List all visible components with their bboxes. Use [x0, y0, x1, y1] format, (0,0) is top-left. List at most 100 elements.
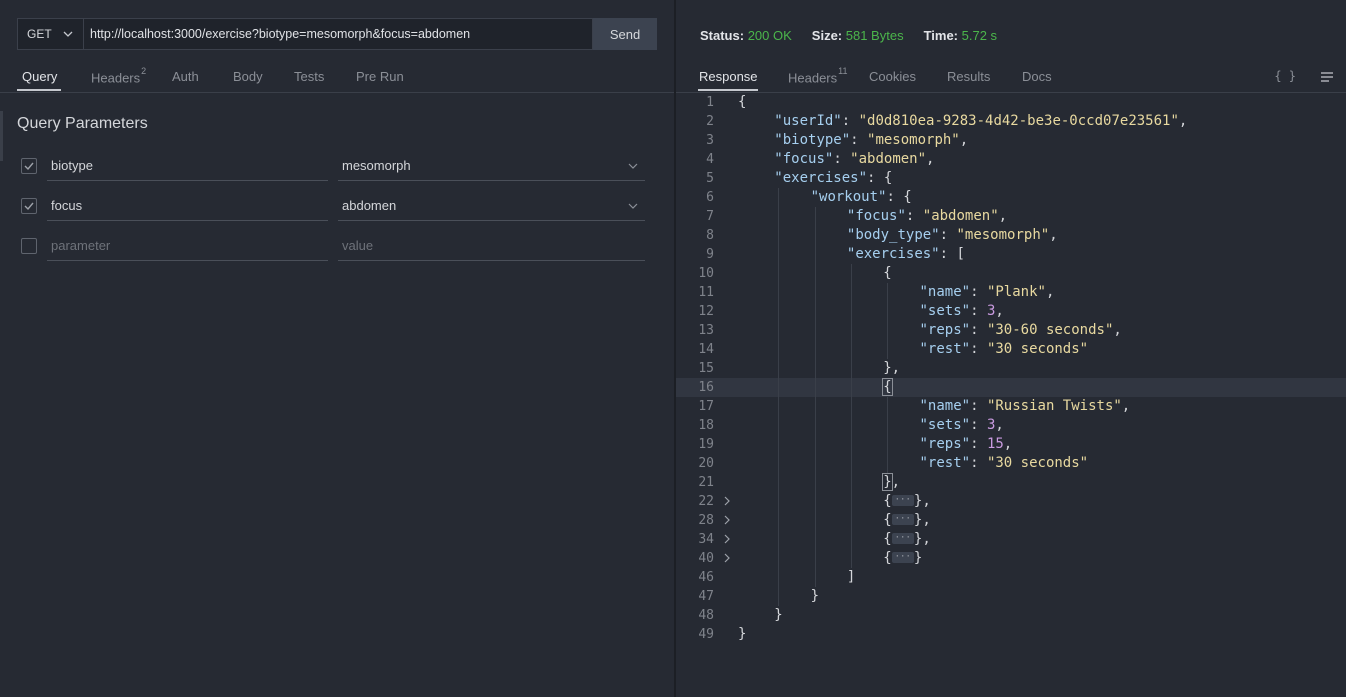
indent-guide	[778, 473, 780, 492]
token: "reps"	[919, 436, 971, 452]
param-row: biotype mesomorph	[20, 151, 645, 181]
tab-auth[interactable]: Auth	[172, 69, 199, 84]
param-name-input[interactable]: parameter	[47, 231, 328, 261]
token: ,	[926, 151, 935, 167]
param-value-input[interactable]: value	[338, 231, 645, 261]
indent-guide	[778, 530, 780, 549]
collapsed-ellipsis[interactable]: ···	[891, 532, 914, 544]
token: : {	[886, 189, 912, 205]
code-text: "rest": "30 seconds"	[920, 340, 1089, 359]
wrap-lines-icon[interactable]	[1320, 71, 1334, 83]
tab-response-headers[interactable]: Headers11	[788, 66, 847, 86]
indent-guide	[778, 492, 780, 511]
code-line: 34 {···},	[676, 530, 1346, 549]
param-name-input[interactable]: biotype	[47, 151, 328, 181]
collapsed-ellipsis[interactable]: ···	[891, 494, 914, 506]
token: "abdomen"	[922, 208, 999, 224]
line-number: 8	[706, 228, 714, 243]
chevron-down-icon	[63, 31, 73, 37]
line-number: 11	[698, 285, 714, 300]
tab-docs[interactable]: Docs	[1022, 69, 1052, 84]
line-number: 18	[698, 418, 714, 433]
line-number: 48	[698, 608, 714, 623]
code-text: {	[883, 264, 891, 283]
tab-results[interactable]: Results	[947, 69, 990, 84]
tab-response[interactable]: Response	[699, 69, 758, 84]
indent-guide	[850, 530, 852, 549]
code-text: {	[738, 93, 746, 112]
check-icon	[24, 162, 34, 171]
token: "name"	[919, 284, 971, 300]
code-line: 28 {···},	[676, 511, 1346, 530]
collapsed-ellipsis[interactable]: ···	[891, 551, 914, 563]
token: :	[905, 208, 923, 224]
indent-guide	[778, 340, 780, 359]
chevron-right-icon[interactable]	[722, 496, 732, 506]
indent-guide	[814, 416, 816, 435]
code-text: {···}	[883, 549, 922, 568]
collapsed-ellipsis[interactable]: ···	[891, 513, 914, 525]
code-line: 4 "focus": "abdomen",	[676, 150, 1346, 169]
indent-guide	[778, 188, 780, 207]
code-text: "reps": "30-60 seconds",	[920, 321, 1122, 340]
tab-label: Headers	[788, 70, 838, 86]
token: },	[913, 493, 931, 509]
code-text: "exercises": [	[847, 245, 965, 264]
time-value: 5.72 s	[961, 28, 998, 43]
token: }	[810, 588, 820, 604]
param-checkbox[interactable]	[21, 198, 37, 214]
token: :	[970, 417, 987, 433]
chevron-down-icon[interactable]	[627, 160, 639, 172]
indent-guide	[887, 435, 889, 454]
param-value-input[interactable]: abdomen	[338, 191, 645, 221]
status-label: Status:	[700, 28, 745, 43]
tab-query[interactable]: Query	[22, 69, 57, 84]
token: "sets"	[919, 417, 971, 433]
chevron-down-icon[interactable]	[627, 200, 639, 212]
send-button[interactable]: Send	[593, 18, 657, 50]
code-line: 3 "biotype": "mesomorph",	[676, 131, 1346, 150]
param-value-input[interactable]: mesomorph	[338, 151, 645, 181]
tab-pre-run[interactable]: Pre Run	[356, 69, 404, 84]
method-select[interactable]: GET	[17, 18, 83, 50]
token: {	[738, 94, 747, 110]
line-number: 2	[706, 114, 714, 129]
indent-guide	[850, 397, 852, 416]
token: ,	[995, 417, 1004, 433]
url-input[interactable]: http://localhost:3000/exercise?biotype=m…	[83, 18, 593, 50]
code-line: 6 "workout": {	[676, 188, 1346, 207]
line-number: 7	[706, 209, 714, 224]
token: ,	[1178, 113, 1188, 129]
chevron-right-icon[interactable]	[722, 515, 732, 525]
token: :	[970, 398, 987, 414]
status-value: 200 OK	[747, 28, 792, 43]
param-checkbox[interactable]	[21, 158, 37, 174]
tab-badge: 2	[141, 66, 147, 76]
token: :	[970, 303, 987, 319]
line-number: 34	[698, 532, 714, 547]
tab-headers[interactable]: Headers2	[91, 66, 147, 85]
braces-icon[interactable]: { }	[1274, 69, 1296, 83]
chevron-right-icon[interactable]	[722, 534, 732, 544]
token: "Russian Twists"	[986, 398, 1122, 414]
tab-body[interactable]: Body	[233, 69, 263, 84]
line-number: 46	[698, 570, 714, 585]
line-number: 15	[698, 361, 714, 376]
line-number: 49	[698, 627, 714, 642]
line-number: 5	[706, 171, 714, 186]
indent-guide	[814, 207, 816, 226]
size-item: Size: 581 Bytes	[812, 28, 904, 43]
indent-guide	[850, 492, 852, 511]
token: "userId"	[774, 113, 842, 129]
chevron-right-icon[interactable]	[722, 553, 732, 563]
indent-guide	[814, 397, 816, 416]
token: "30-60 seconds"	[986, 322, 1114, 338]
param-name-input[interactable]: focus	[47, 191, 328, 221]
tab-cookies[interactable]: Cookies	[869, 69, 916, 84]
line-number: 20	[698, 456, 714, 471]
indent-guide	[850, 340, 852, 359]
indent-guide	[850, 321, 852, 340]
param-checkbox[interactable]	[21, 238, 37, 254]
indent-guide	[850, 435, 852, 454]
tab-tests[interactable]: Tests	[294, 69, 324, 84]
